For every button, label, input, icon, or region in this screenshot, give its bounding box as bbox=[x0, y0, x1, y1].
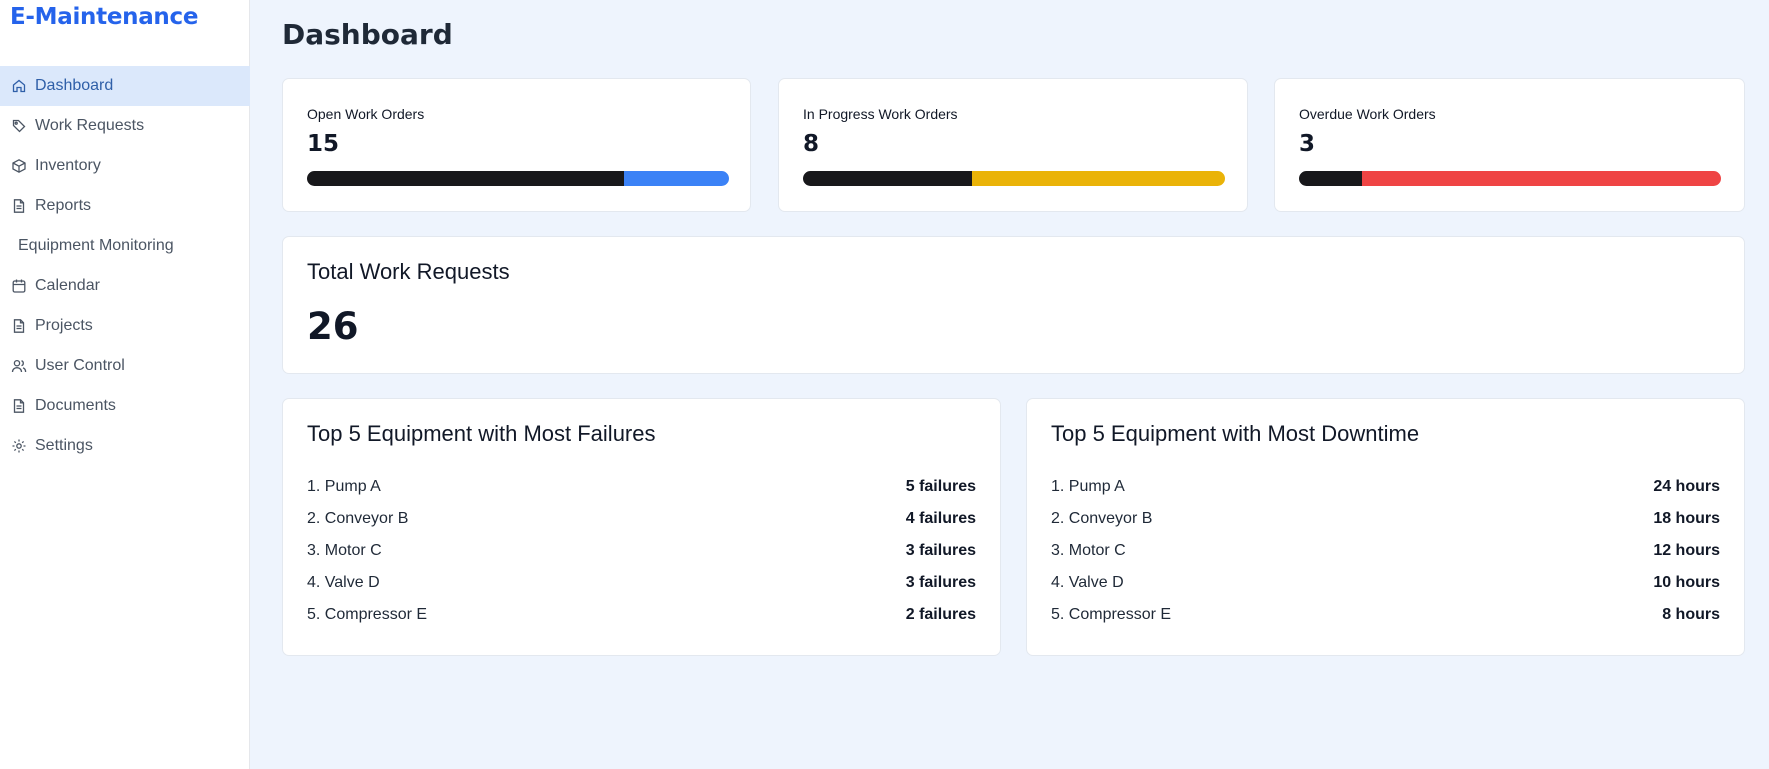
downtime-hours: 8 hours bbox=[1662, 606, 1720, 623]
page-title: Dashboard bbox=[282, 18, 453, 51]
top-failures-card: Top 5 Equipment with Most Failures 1. Pu… bbox=[282, 398, 1001, 656]
sidebar-item-reports[interactable]: Reports bbox=[0, 186, 250, 226]
card-title: Total Work Requests bbox=[307, 259, 510, 284]
sidebar-nav: Dashboard Work Requests Inventory Report… bbox=[0, 66, 250, 466]
sidebar-item-equipment-monitoring[interactable]: Equipment Monitoring bbox=[0, 226, 250, 266]
list-item: 4. Valve D 10 hours bbox=[1051, 567, 1720, 599]
stat-progress-bar bbox=[1299, 171, 1721, 186]
list-item: 5. Compressor E 8 hours bbox=[1051, 599, 1720, 631]
downtime-list: 1. Pump A 24 hours 2. Conveyor B 18 hour… bbox=[1051, 471, 1720, 631]
sidebar-item-dashboard[interactable]: Dashboard bbox=[0, 66, 250, 106]
failure-count: 4 failures bbox=[905, 510, 976, 527]
equipment-name: 1. Pump A bbox=[307, 478, 381, 495]
sidebar: E-Maintenance Dashboard Work Requests In… bbox=[0, 0, 250, 769]
equipment-name: 3. Motor C bbox=[1051, 542, 1126, 559]
card-title: Top 5 Equipment with Most Failures bbox=[307, 421, 656, 446]
total-work-requests-card: Total Work Requests 26 bbox=[282, 236, 1745, 374]
downtime-hours: 10 hours bbox=[1653, 574, 1720, 591]
sidebar-item-label: Equipment Monitoring bbox=[18, 237, 174, 254]
failures-list: 1. Pump A 5 failures 2. Conveyor B 4 fai… bbox=[307, 471, 976, 631]
progress-remainder bbox=[623, 171, 729, 186]
equipment-name: 5. Compressor E bbox=[307, 606, 428, 623]
list-item: 2. Conveyor B 18 hours bbox=[1051, 503, 1720, 535]
list-item: 1. Pump A 24 hours bbox=[1051, 471, 1720, 503]
stat-progress-bar bbox=[803, 171, 1225, 186]
card-title: Top 5 Equipment with Most Downtime bbox=[1051, 421, 1420, 446]
list-item: 3. Motor C 12 hours bbox=[1051, 535, 1720, 567]
equipment-name: 2. Conveyor B bbox=[1051, 510, 1153, 527]
list-item: 1. Pump A 5 failures bbox=[307, 471, 976, 503]
sidebar-item-user-control[interactable]: User Control bbox=[0, 346, 250, 386]
equipment-name: 3. Motor C bbox=[307, 542, 382, 559]
sidebar-item-documents[interactable]: Documents bbox=[0, 386, 250, 426]
list-item: 5. Compressor E 2 failures bbox=[307, 599, 976, 631]
home-icon bbox=[11, 78, 27, 94]
failure-count: 2 failures bbox=[905, 606, 976, 623]
equipment-name: 4. Valve D bbox=[307, 574, 380, 591]
app-brand[interactable]: E-Maintenance bbox=[10, 4, 198, 30]
equipment-name: 1. Pump A bbox=[1051, 478, 1125, 495]
stat-label: Open Work Orders bbox=[307, 106, 425, 122]
stat-label: Overdue Work Orders bbox=[1299, 106, 1436, 122]
users-icon bbox=[11, 358, 27, 374]
progress-fill bbox=[803, 171, 972, 186]
stat-label: In Progress Work Orders bbox=[803, 106, 958, 122]
top-downtime-card: Top 5 Equipment with Most Downtime 1. Pu… bbox=[1026, 398, 1745, 656]
failure-count: 3 failures bbox=[905, 542, 976, 559]
progress-fill bbox=[307, 171, 624, 186]
stat-progress-bar bbox=[307, 171, 729, 186]
total-value: 26 bbox=[307, 305, 359, 348]
progress-remainder bbox=[971, 171, 1225, 186]
sidebar-item-label: Projects bbox=[35, 317, 93, 334]
stat-card-open-work-orders[interactable]: Open Work Orders 15 bbox=[282, 78, 751, 212]
sidebar-item-projects[interactable]: Projects bbox=[0, 306, 250, 346]
list-item: 3. Motor C 3 failures bbox=[307, 535, 976, 567]
stat-value: 3 bbox=[1299, 131, 1316, 157]
sidebar-item-label: Work Requests bbox=[35, 117, 145, 134]
sidebar-item-label: User Control bbox=[35, 357, 125, 374]
package-icon bbox=[11, 158, 27, 174]
sidebar-item-label: Inventory bbox=[35, 157, 101, 174]
sidebar-item-label: Documents bbox=[35, 397, 116, 414]
equipment-name: 5. Compressor E bbox=[1051, 606, 1172, 623]
stat-value: 8 bbox=[803, 131, 820, 157]
sidebar-item-inventory[interactable]: Inventory bbox=[0, 146, 250, 186]
list-item: 2. Conveyor B 4 failures bbox=[307, 503, 976, 535]
progress-fill bbox=[1299, 171, 1363, 186]
failure-count: 3 failures bbox=[905, 574, 976, 591]
stat-card-in-progress-work-orders[interactable]: In Progress Work Orders 8 bbox=[778, 78, 1248, 212]
downtime-hours: 18 hours bbox=[1653, 510, 1720, 527]
stat-card-overdue-work-orders[interactable]: Overdue Work Orders 3 bbox=[1274, 78, 1745, 212]
sidebar-item-settings[interactable]: Settings bbox=[0, 426, 250, 466]
file-icon bbox=[11, 198, 27, 214]
equipment-name: 4. Valve D bbox=[1051, 574, 1124, 591]
tag-icon bbox=[11, 118, 27, 134]
list-item: 4. Valve D 3 failures bbox=[307, 567, 976, 599]
sidebar-item-calendar[interactable]: Calendar bbox=[0, 266, 250, 306]
downtime-hours: 24 hours bbox=[1653, 478, 1720, 495]
sidebar-item-label: Settings bbox=[35, 437, 93, 454]
stat-value: 15 bbox=[307, 131, 340, 157]
file-icon bbox=[11, 318, 27, 334]
downtime-hours: 12 hours bbox=[1653, 542, 1720, 559]
sidebar-item-label: Calendar bbox=[35, 277, 100, 294]
gear-icon bbox=[11, 438, 27, 454]
failure-count: 5 failures bbox=[905, 478, 976, 495]
sidebar-item-work-requests[interactable]: Work Requests bbox=[0, 106, 250, 146]
sidebar-item-label: Dashboard bbox=[35, 77, 114, 94]
sidebar-item-label: Reports bbox=[35, 197, 92, 214]
equipment-name: 2. Conveyor B bbox=[307, 510, 409, 527]
calendar-icon bbox=[11, 278, 27, 294]
progress-remainder bbox=[1362, 171, 1721, 186]
file-icon bbox=[11, 398, 27, 414]
